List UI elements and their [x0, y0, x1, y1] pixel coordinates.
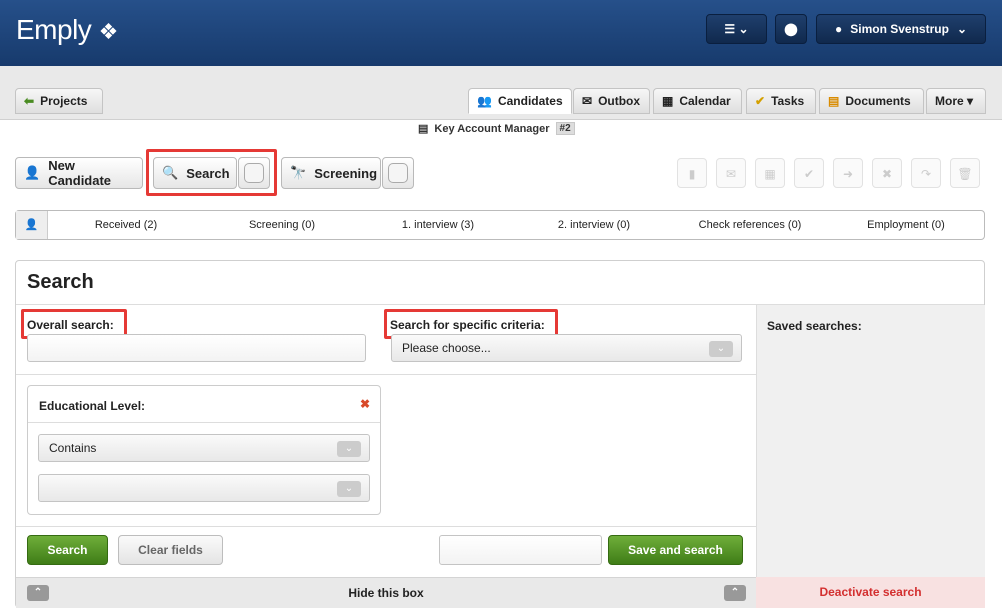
stage-received[interactable]: Received (2) — [48, 219, 204, 231]
document-icon: ▤ — [418, 123, 429, 135]
stage-check-references[interactable]: Check references (0) — [672, 219, 828, 231]
highlight-search — [146, 149, 277, 196]
tasks-icon: ✔ — [755, 94, 766, 108]
stage-employment[interactable]: Employment (0) — [828, 219, 984, 231]
back-arrow-icon: ⬅ — [24, 94, 35, 108]
tab-calendar[interactable]: ▦ Calendar — [653, 88, 742, 114]
collapse-up-icon[interactable]: ⌃ — [27, 585, 49, 601]
trash-icon[interactable]: 🗑 — [950, 158, 980, 188]
search-panel: Search Overall search: Search for specif… — [15, 260, 985, 608]
user-icon: ● — [835, 22, 843, 36]
chevron-down-icon: ⌄ — [709, 341, 733, 357]
email-icon[interactable]: ✉ — [716, 158, 746, 188]
panel-title: Search — [16, 261, 984, 305]
clear-fields-button[interactable]: Clear fields — [118, 535, 223, 565]
search-submit-button[interactable]: Search — [27, 535, 108, 565]
add-person-icon: 👤 — [24, 165, 41, 180]
stage-screening[interactable]: Screening (0) — [204, 219, 360, 231]
notifications-button[interactable]: ⬤ — [775, 14, 807, 44]
task-action-icon[interactable]: ✔ — [794, 158, 824, 188]
candidates-icon: 👥 — [477, 94, 492, 108]
redo-icon[interactable]: ↷ — [911, 158, 941, 188]
overall-search-input[interactable] — [27, 334, 366, 362]
screening-toggle[interactable] — [382, 157, 414, 189]
value-select[interactable]: ⌄ — [38, 474, 370, 502]
calendar-action-icon[interactable]: ▦ — [755, 158, 785, 188]
stage-interview-1[interactable]: 1. interview (3) — [360, 219, 516, 231]
chevron-down-icon: ⌄ — [337, 481, 361, 497]
binoculars-icon: 🔭 — [290, 165, 307, 180]
screening-button[interactable]: 🔭 Screening — [281, 157, 381, 189]
criteria-select[interactable]: Please choose... ⌄ — [391, 334, 742, 362]
criterion-title: Educational Level: — [39, 399, 146, 413]
deactivate-search-button[interactable]: Deactivate search — [756, 577, 985, 608]
save-and-search-button[interactable]: Save and search — [608, 535, 743, 565]
tab-documents[interactable]: ▤ Documents — [819, 88, 924, 114]
tab-outbox[interactable]: ✉ Outbox — [573, 88, 650, 114]
criterion-divider — [28, 422, 380, 423]
user-menu-button[interactable]: ● Simon Svenstrup ⌄ — [816, 14, 986, 44]
divider — [16, 374, 756, 375]
reject-icon[interactable]: ✖ — [872, 158, 902, 188]
traffic-light-icon[interactable]: ▮ — [677, 158, 707, 188]
calendar-icon: ▦ — [662, 94, 674, 108]
chevron-down-icon: ⌄ — [337, 441, 361, 457]
documents-icon: ▤ — [828, 94, 840, 108]
criterion-box: Educational Level: ✖ Contains ⌄ ⌄ — [27, 385, 381, 515]
operator-select[interactable]: Contains ⌄ — [38, 434, 370, 462]
tab-more[interactable]: More ▾ — [926, 88, 986, 114]
actions-divider — [16, 526, 756, 527]
tab-tasks[interactable]: ✔ Tasks — [746, 88, 816, 114]
tab-candidates[interactable]: 👥 Candidates — [468, 88, 572, 114]
move-icon[interactable]: ➜ — [833, 158, 863, 188]
header: Emply ❖ ☰ ⌄ ⬤ ● Simon Svenstrup ⌄ — [0, 0, 1002, 66]
outbox-icon: ✉ — [582, 94, 593, 108]
projects-tab[interactable]: ⬅ Projects — [15, 88, 103, 114]
save-name-input[interactable] — [439, 535, 602, 565]
stage-interview-2[interactable]: 2. interview (0) — [516, 219, 672, 231]
pipeline: 👤 Received (2) Screening (0) 1. intervie… — [15, 210, 985, 240]
menu-button[interactable]: ☰ ⌄ — [706, 14, 767, 44]
job-title: ▤ Key Account Manager #2 — [418, 122, 575, 135]
logo[interactable]: Emply ❖ — [16, 14, 118, 46]
saved-searches: Saved searches: — [756, 305, 985, 608]
new-candidate-button[interactable]: 👤 New Candidate — [15, 157, 143, 189]
collapse-up-icon[interactable]: ⌃ — [724, 585, 746, 601]
pipeline-all-icon[interactable]: 👤 — [16, 211, 48, 239]
hide-box-bar[interactable]: ⌃ Hide this box ⌃ — [16, 577, 756, 608]
remove-criterion-icon[interactable]: ✖ — [360, 397, 370, 411]
user-name: Simon Svenstrup — [850, 22, 949, 36]
